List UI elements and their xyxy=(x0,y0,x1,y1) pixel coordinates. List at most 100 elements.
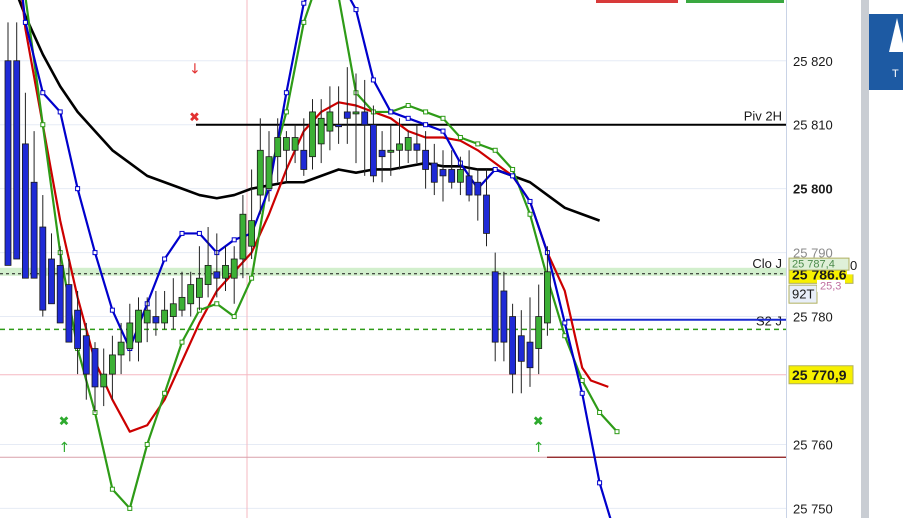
chart-plot-area[interactable]: Piv 2H Clo J S2 J ↓ ✖ ✖ ↑ ✖ ↑ xyxy=(0,0,786,518)
overlay-marker xyxy=(57,109,63,115)
price-badge-label: 92T xyxy=(792,287,814,302)
level-label: Clo J xyxy=(752,256,782,271)
overlay-marker xyxy=(510,166,516,172)
overlay-line xyxy=(24,0,618,510)
logo-mark-icon xyxy=(889,18,903,52)
candle-body xyxy=(326,111,334,132)
candle-body xyxy=(300,149,308,170)
candle-body xyxy=(82,335,90,375)
overlay-marker xyxy=(162,256,168,262)
candle-body xyxy=(352,111,360,115)
price-axis-svg: 25 820 25 810 25 800 25 780 25 760 25 750 25 7… xyxy=(788,54,859,516)
overlay-marker xyxy=(492,147,498,153)
candle-body xyxy=(222,264,229,279)
overlay-marker xyxy=(75,186,81,192)
candle-body xyxy=(126,322,134,349)
candle-body xyxy=(448,169,456,183)
price-badge-label: 25 787,4 xyxy=(792,259,835,271)
y-tick-label: 25 750 xyxy=(793,501,833,516)
candle-body xyxy=(178,296,186,311)
y-tick-label: 25 800 xyxy=(793,182,833,197)
candle-body xyxy=(56,264,64,324)
buy-arrow-icon: ↑ xyxy=(533,440,545,456)
overlay-line xyxy=(21,0,612,518)
overlay-marker xyxy=(527,198,533,204)
candle-body xyxy=(13,60,21,260)
price-chart[interactable]: Piv 2H Clo J S2 J ↓ ✖ ✖ ↑ ✖ ↑ xyxy=(0,0,786,518)
close-band xyxy=(0,267,786,276)
candle-body xyxy=(378,149,386,158)
candle-body xyxy=(509,316,517,375)
overlay-marker xyxy=(301,19,307,25)
overlay-marker xyxy=(562,320,568,326)
candle-body xyxy=(387,149,395,153)
candle-body xyxy=(195,277,203,298)
level-label: S2 J xyxy=(756,313,782,328)
overlay-marker xyxy=(423,109,429,115)
price-badge-label: 25,3 xyxy=(820,280,841,292)
overlay-marker xyxy=(353,7,359,13)
overlay-marker xyxy=(231,237,237,243)
candle-body xyxy=(39,226,47,311)
candle-body xyxy=(100,373,108,388)
price-badge-label: 25 770,9 xyxy=(792,367,847,383)
candle-body xyxy=(422,149,430,170)
overlay-marker xyxy=(579,390,585,396)
overlay-marker xyxy=(423,122,429,128)
candle-body xyxy=(187,284,195,305)
candle-body xyxy=(430,162,438,183)
candle-body xyxy=(239,213,247,260)
level-label: Piv 2H xyxy=(744,109,782,124)
candle-body xyxy=(439,169,447,177)
overlay-marker xyxy=(179,230,185,236)
overlay-marker xyxy=(440,128,446,134)
overlay-marker xyxy=(614,429,620,435)
overlay-marker xyxy=(370,77,376,83)
candle-body xyxy=(204,264,212,285)
candle-body xyxy=(474,181,482,196)
overlay-marker xyxy=(562,333,568,339)
candle-body xyxy=(361,111,369,126)
candle-body xyxy=(413,143,421,151)
overlay-marker xyxy=(109,307,115,313)
overlay-marker xyxy=(22,19,28,25)
overlay-marker xyxy=(527,211,533,217)
candle-body xyxy=(335,124,343,128)
candle-body xyxy=(143,309,151,324)
overlay-marker xyxy=(162,390,168,396)
buy-arrow-icon: ↑ xyxy=(59,440,71,456)
candle-body xyxy=(117,341,125,356)
sell-toolbar-button[interactable] xyxy=(596,0,678,3)
candle-body xyxy=(396,143,403,151)
overlay-line xyxy=(17,0,601,222)
overlay-marker xyxy=(510,173,516,179)
overlay-marker xyxy=(283,90,289,96)
candle-body xyxy=(309,111,316,158)
candle-body xyxy=(282,137,290,151)
overlay-marker xyxy=(388,109,394,115)
overlay-marker xyxy=(579,378,585,384)
y-tick-label: 25 820 xyxy=(793,54,833,69)
overlay-marker xyxy=(597,480,603,486)
candle-body xyxy=(135,309,142,343)
candle-body xyxy=(248,220,256,247)
panel-logo-letter: T xyxy=(892,68,899,80)
panel-splitter[interactable] xyxy=(861,0,869,518)
candle-body xyxy=(369,124,377,177)
candle-body xyxy=(48,258,55,305)
price-badge-label: 0 xyxy=(850,258,857,273)
candle-body xyxy=(483,194,490,234)
candle-body xyxy=(500,290,508,343)
cross-icon: ✖ xyxy=(189,111,200,126)
overlay-marker xyxy=(597,409,603,415)
overlay-marker xyxy=(475,141,481,147)
candle-body xyxy=(343,111,351,119)
candle-body xyxy=(21,143,29,279)
candle-body xyxy=(109,354,116,375)
candle-body xyxy=(169,303,177,317)
candle-body xyxy=(161,309,169,324)
buy-toolbar-button[interactable] xyxy=(686,0,784,3)
overlay-marker xyxy=(109,486,115,492)
candle-body xyxy=(317,117,325,145)
candle-body xyxy=(274,137,282,158)
